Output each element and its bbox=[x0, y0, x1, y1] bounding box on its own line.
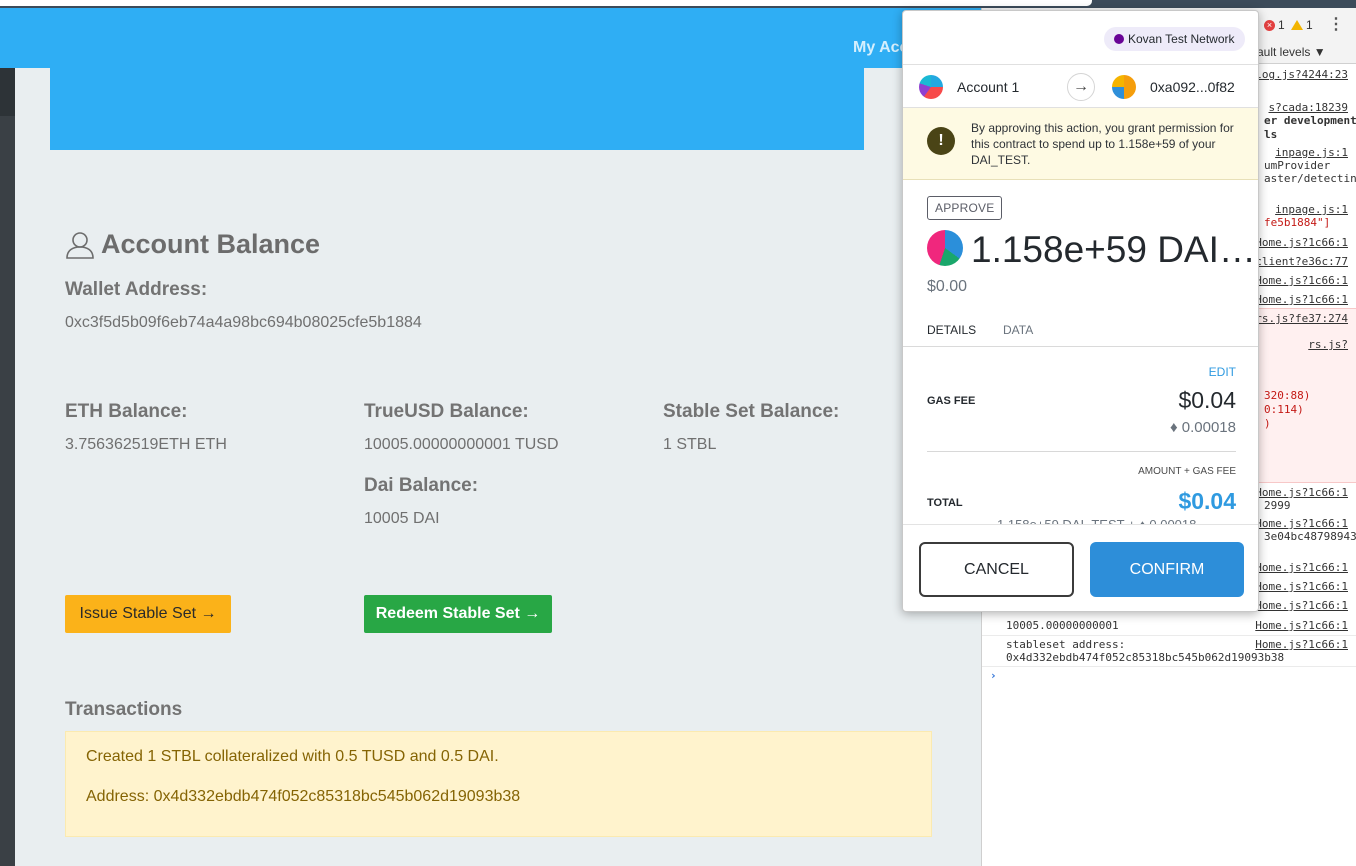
console-source-link[interactable]: inpage.js:1 bbox=[1275, 146, 1348, 159]
console-source-link[interactable]: Home.js?1c66:1 bbox=[1255, 580, 1348, 593]
dai-balance-value: 10005 DAI bbox=[364, 510, 440, 527]
console-message: 10005.00000000001 bbox=[1006, 619, 1119, 632]
warning-icon bbox=[1291, 20, 1303, 30]
sidebar-strip bbox=[0, 116, 15, 866]
redeem-stable-set-button[interactable]: Redeem Stable Set → bbox=[364, 595, 552, 633]
dai-balance-label: Dai Balance: bbox=[364, 475, 479, 496]
console-text: ls bbox=[1264, 128, 1278, 141]
tab-details[interactable]: DETAILS bbox=[927, 323, 977, 349]
recipient-identicon-icon bbox=[1112, 75, 1136, 99]
console-source-link[interactable]: Home.js?1c66:1 bbox=[1255, 619, 1348, 632]
transaction-address: Address: 0x4d332ebdb474f052c85318bc545b0… bbox=[86, 788, 521, 805]
issue-stable-set-button[interactable]: Issue Stable Set → bbox=[65, 595, 231, 633]
eth-balance-label: ETH Balance: bbox=[65, 401, 188, 422]
account-balance-title: Account Balance bbox=[101, 229, 321, 259]
total-usd: $0.04 bbox=[1178, 488, 1236, 514]
console-source-link[interactable]: s?cada:18239 bbox=[1269, 101, 1348, 114]
metamask-popup: Kovan Test Network Account 1 → 0xa092...… bbox=[902, 10, 1259, 612]
log-levels-dropdown[interactable]: ault levels ▼ bbox=[1257, 45, 1326, 59]
sender-recipient-row: Account 1 → 0xa092...0f82 bbox=[903, 64, 1258, 108]
warning-count-value: 1 bbox=[1306, 18, 1313, 32]
gas-fee-eth: ♦ 0.00018 bbox=[1169, 419, 1236, 436]
approve-tag: APPROVE bbox=[927, 196, 1003, 220]
console-text: er development bbox=[1264, 114, 1356, 127]
console-source-link[interactable]: Home.js?1c66:1 bbox=[1255, 293, 1348, 306]
console-source-link[interactable]: Home.js?1c66:1 bbox=[1255, 274, 1348, 287]
wallet-address-label: Wallet Address: bbox=[65, 279, 208, 300]
console-source-link[interactable]: Home.js?1c66:1 bbox=[1255, 486, 1348, 499]
console-text: fe5b1884"] bbox=[1264, 216, 1331, 229]
console-source-link[interactable]: inpage.js:1 bbox=[1275, 203, 1348, 216]
console-text: aster/detectin bbox=[1264, 172, 1356, 185]
my-account-link[interactable]: My Acc bbox=[853, 39, 908, 57]
gas-fee-label: GAS FEE bbox=[927, 395, 976, 407]
console-source-link[interactable]: Home.js?1c66:1 bbox=[1255, 638, 1348, 651]
wallet-address-value: 0xc3f5d5b09f6eb74a4a98bc694b08025cfe5b18… bbox=[65, 314, 422, 331]
transaction-summary: Created 1 STBL collateralized with 0.5 T… bbox=[86, 748, 499, 765]
console-source-link[interactable]: rs.js? bbox=[1308, 338, 1348, 351]
stable-set-balance-value: 1 STBL bbox=[663, 436, 717, 453]
console-message: stableset address: bbox=[1006, 638, 1126, 651]
error-count[interactable]: × 1 bbox=[1264, 18, 1285, 32]
console-text: 2999 bbox=[1264, 499, 1291, 512]
total-detail: 1.158e+59 DAI_TEST + ♦ 0.00018 bbox=[997, 517, 1197, 525]
error-count-value: 1 bbox=[1278, 18, 1285, 32]
tx-details-panel: EDIT GAS FEE $0.04 ♦ 0.00018 AMOUNT + GA… bbox=[903, 347, 1258, 525]
gas-fee-usd: $0.04 bbox=[1178, 387, 1236, 413]
console-text: 3e04bc48798943 bbox=[1264, 530, 1356, 543]
console-source-link[interactable]: Home.js?1c66:1 bbox=[1255, 517, 1348, 530]
sidebar-edge bbox=[0, 68, 15, 116]
console-message: 0x4d332ebdb474f052c85318bc545b062d19093b… bbox=[1006, 651, 1285, 664]
app-header: My Acc bbox=[0, 8, 981, 68]
more-options-icon[interactable]: ⋮ bbox=[1328, 14, 1344, 34]
error-icon: × bbox=[1264, 19, 1275, 31]
console-source-link[interactable]: rs.js?fe37:274 bbox=[1255, 312, 1348, 325]
console-source-link[interactable]: Home.js?1c66:1 bbox=[1255, 236, 1348, 249]
tusd-balance-value: 10005.00000000001 TUSD bbox=[364, 436, 559, 453]
hero-banner bbox=[50, 68, 864, 150]
amount-gas-fee-label: AMOUNT + GAS FEE bbox=[1138, 466, 1236, 477]
console-text: ) bbox=[1264, 417, 1271, 430]
console-source-link[interactable]: client?e36c:77 bbox=[1255, 255, 1348, 268]
network-selector[interactable]: Kovan Test Network bbox=[1104, 27, 1245, 51]
token-identicon-icon bbox=[927, 230, 963, 266]
tab-data[interactable]: DATA bbox=[1003, 323, 1033, 337]
confirm-button[interactable]: CONFIRM bbox=[1090, 542, 1244, 597]
console-prompt[interactable]: › bbox=[990, 669, 997, 682]
eth-balance-value: 3.756362519ETH ETH bbox=[65, 436, 227, 453]
approval-warning: ! By approving this action, you grant pe… bbox=[903, 108, 1258, 180]
console-source-link[interactable]: Home.js?1c66:1 bbox=[1255, 599, 1348, 612]
cancel-button[interactable]: CANCEL bbox=[919, 542, 1074, 597]
user-icon bbox=[66, 231, 94, 259]
console-text: 320:88) bbox=[1264, 389, 1311, 402]
warning-count[interactable]: 1 bbox=[1291, 18, 1313, 32]
console-text: umProvider bbox=[1264, 159, 1331, 172]
tx-tabs: DETAILS DATA bbox=[903, 315, 1258, 349]
exclamation-icon: ! bbox=[927, 127, 955, 155]
console-text: 0:114) bbox=[1264, 403, 1304, 416]
fiat-amount: $0.00 bbox=[927, 278, 968, 295]
account-balance-heading: Account Balance bbox=[65, 229, 320, 260]
console-source-link[interactable]: Home.js?1c66:1 bbox=[1255, 561, 1348, 574]
recipient-address[interactable]: 0xa092...0f82 bbox=[1150, 79, 1235, 95]
transaction-alert: Created 1 STBL collateralized with 0.5 T… bbox=[65, 731, 932, 837]
stable-set-balance-label: Stable Set Balance: bbox=[663, 401, 840, 422]
console-separator bbox=[982, 666, 1356, 667]
approval-amount: 1.158e+59 DAI_TEST bbox=[971, 229, 1256, 270]
console-source-link[interactable]: log.js?4244:23 bbox=[1255, 68, 1348, 81]
arrow-right-icon: → bbox=[1067, 73, 1095, 101]
console-separator bbox=[982, 635, 1356, 636]
account-identicon-icon bbox=[919, 75, 943, 99]
network-dot-icon bbox=[1114, 34, 1124, 44]
address-bar[interactable] bbox=[0, 0, 1092, 6]
edit-gas-link[interactable]: EDIT bbox=[1209, 365, 1236, 379]
network-name: Kovan Test Network bbox=[1128, 32, 1235, 46]
details-divider bbox=[927, 451, 1236, 452]
tusd-balance-label: TrueUSD Balance: bbox=[364, 401, 529, 422]
approval-warning-text: By approving this action, you grant perm… bbox=[971, 121, 1234, 167]
transactions-heading: Transactions bbox=[65, 699, 183, 720]
total-label: TOTAL bbox=[927, 497, 963, 509]
sender-account-name: Account 1 bbox=[957, 79, 1020, 95]
